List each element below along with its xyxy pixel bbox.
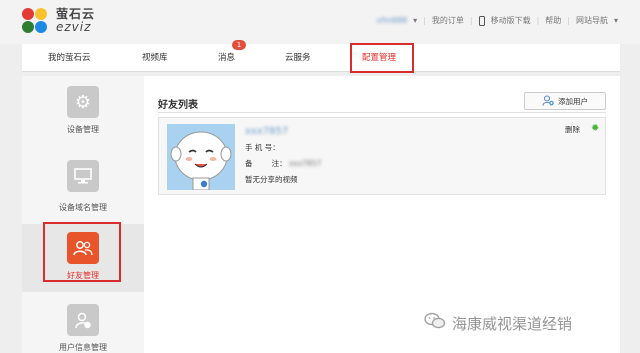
sidebar-item-device-management[interactable]: ⚙ 设备管理 — [22, 86, 144, 146]
divider: | — [536, 16, 540, 25]
watermark-text: 海康威视渠道经销 — [452, 314, 573, 333]
sidebar-item-label: 设备管理 — [67, 125, 99, 134]
tab-messages[interactable]: 消息 1 — [218, 40, 246, 72]
gear-icon: ⚙ — [67, 86, 99, 118]
highlight-box-sidebar — [43, 222, 121, 282]
ezviz-logo[interactable] — [22, 8, 50, 36]
divider: | — [567, 16, 570, 25]
tab-video-library[interactable]: 视频库 — [142, 44, 168, 72]
message-count-badge: 1 — [232, 40, 246, 50]
page-title: 好友列表 — [158, 100, 198, 111]
phone-label: 手 机 号： — [245, 143, 280, 152]
tab-messages-label: 消息 — [218, 53, 236, 63]
divider — [158, 112, 606, 113]
divider: | — [469, 16, 473, 25]
delete-friend-link[interactable]: 删除 — [565, 124, 580, 135]
wechat-watermark: 海康威视渠道经销 — [424, 312, 572, 334]
note-label: 备 注： — [245, 159, 287, 168]
header: 萤石云 ezviz xfm888 ▾ | 我的订单 | 移动版下载 | 帮助 |… — [0, 0, 640, 44]
sidebar-item-label: 用户信息管理 — [59, 343, 107, 352]
sidebar-item-device-domain[interactable]: 设备域名管理 — [22, 160, 144, 220]
sidebar: ⚙ 设备管理 设备域名管理 好友管理 用户信息管理 — [22, 76, 144, 353]
divider: | — [423, 16, 426, 25]
note-value: xxx7857 — [288, 159, 322, 168]
sitemap-link[interactable]: 网站导航 — [576, 15, 608, 26]
username-link[interactable]: xfm888 — [377, 16, 408, 25]
sidebar-item-user-info[interactable]: 用户信息管理 — [22, 304, 144, 353]
top-nav: xfm888 ▾ | 我的订单 | 移动版下载 | 帮助 | 网站导航 ▾ — [377, 15, 618, 26]
friend-name[interactable]: xxx7857 — [245, 124, 321, 140]
mobile-download-link[interactable]: 移动版下载 — [491, 15, 531, 26]
wechat-icon — [424, 312, 446, 334]
sidebar-item-label: 设备域名管理 — [59, 203, 107, 212]
shared-videos-text: 暂无分享的视频 — [245, 175, 298, 184]
chevron-down-icon[interactable]: ▾ — [413, 16, 417, 25]
add-user-icon — [542, 94, 554, 108]
note-row: 备 注： xxx7857 — [245, 156, 321, 172]
logo-text: 萤石云 ezviz — [56, 8, 95, 34]
logo-name-en: ezviz — [56, 20, 92, 34]
phone-row: 手 机 号： — [245, 140, 321, 156]
phone-icon — [478, 15, 485, 26]
tab-my-ezviz[interactable]: 我的萤石云 — [48, 44, 91, 72]
chevron-down-icon[interactable]: ▾ — [614, 16, 618, 25]
highlight-box-tab — [350, 43, 414, 73]
settings-gear-icon[interactable]: ✹ — [591, 123, 599, 134]
add-user-button-label: 添加用户 — [558, 96, 588, 106]
help-link[interactable]: 帮助 — [545, 15, 561, 26]
main-tab-bar: 我的萤石云 视频库 消息 1 云服务 配置管理 — [22, 40, 620, 72]
orders-link[interactable]: 我的订单 — [432, 15, 464, 26]
tab-cloud-service[interactable]: 云服务 — [285, 44, 311, 72]
user-info-icon — [67, 304, 99, 336]
friend-card: xxx7857 手 机 号： 备 注： xxx7857 暂无分享的视频 删除 ✹ — [158, 117, 606, 195]
add-user-button[interactable]: 添加用户 — [524, 92, 606, 110]
monitor-icon — [67, 160, 99, 192]
friend-avatar — [167, 124, 235, 190]
friend-info: xxx7857 手 机 号： 备 注： xxx7857 暂无分享的视频 — [245, 124, 321, 188]
